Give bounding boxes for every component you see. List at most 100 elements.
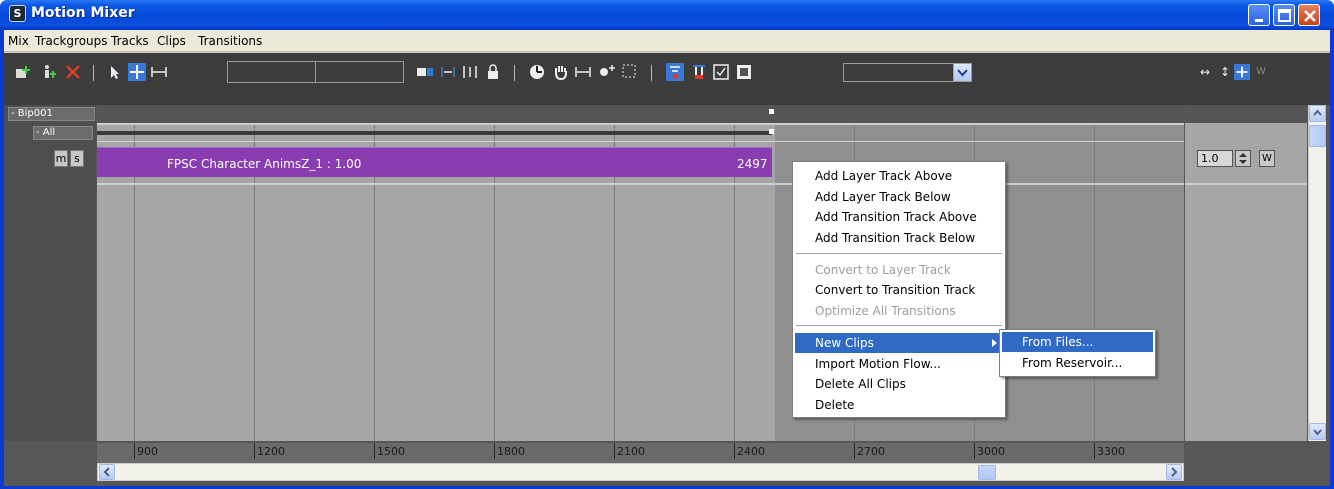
scroll-down-button[interactable] [1309, 423, 1326, 440]
toolbar-separator [514, 65, 515, 81]
close-button[interactable] [1298, 4, 1320, 26]
trackgroup-label[interactable]: - Bip001 [8, 107, 95, 121]
menu-item-delete-all-clips[interactable]: Delete All Clips [795, 374, 1003, 394]
menu-item-add-transition-track-above[interactable]: Add Transition Track Above [795, 207, 1003, 227]
ruler-tick [494, 443, 495, 459]
ruler-tick [254, 443, 255, 459]
menu-clips[interactable]: Clips [157, 34, 186, 48]
vertical-scrollbar[interactable] [1308, 105, 1326, 441]
move-mode-icon[interactable] [1234, 64, 1250, 80]
clip-label: FPSC Character AnimsZ_1 : 1.00 [167, 157, 362, 171]
add-trackgroup-icon[interactable] [14, 63, 32, 81]
snap-clips-icon[interactable] [439, 63, 457, 81]
scroll-thumb[interactable] [1309, 125, 1326, 147]
app-icon: S [9, 5, 26, 22]
checkbox-icon[interactable] [712, 63, 730, 81]
menu-tracks[interactable]: Tracks [111, 34, 149, 48]
ruler-tick-label: 1200 [257, 445, 285, 458]
title-bar[interactable]: S Motion Mixer [0, 0, 1334, 30]
timeline-area[interactable]: FPSC Character AnimsZ_1 : 1.00 2497 [97, 105, 1184, 441]
zoom-region-icon[interactable] [621, 63, 639, 81]
menu-item-from-reservoir[interactable]: From Reservoir... [1002, 353, 1153, 373]
fit-icon[interactable] [461, 63, 479, 81]
horizontal-scrollbar[interactable] [97, 463, 1184, 481]
mixer-dropdown[interactable] [843, 63, 972, 82]
solo-button[interactable]: s [70, 150, 84, 167]
scroll-thumb[interactable] [978, 465, 996, 480]
menu-item-add-layer-track-below[interactable]: Add Layer Track Below [795, 187, 1003, 207]
track-divider [1185, 183, 1307, 185]
ruler-tick [134, 443, 135, 459]
slide-icon[interactable] [150, 63, 168, 81]
time-config-icon[interactable] [528, 63, 546, 81]
toolbar-separator [651, 65, 652, 81]
ruler-tick-label: 2400 [737, 445, 765, 458]
delete-icon[interactable] [64, 63, 82, 81]
all-tracks-label[interactable]: - All [33, 126, 93, 140]
menu-item-from-files[interactable]: From Files... [1002, 332, 1153, 352]
toolbar-separator [93, 65, 94, 81]
weight-curve-button[interactable]: W [1259, 150, 1275, 167]
motion-mixer-window: S Motion Mixer Mix Trackgroups Tracks Cl… [0, 0, 1334, 489]
collapse-icon[interactable]: - [36, 127, 40, 138]
add-bip-icon[interactable] [40, 63, 58, 81]
zoom-icon[interactable] [598, 63, 616, 81]
all-tracks-name: All [42, 127, 56, 138]
mixer-area: - Bip001 - All m s FPSC Character AnimsZ… [4, 105, 1330, 486]
time-ruler[interactable]: 900 1200 1500 1800 2100 2400 2700 3000 3… [97, 443, 1184, 463]
timeline-header-strip [97, 105, 1184, 123]
trackgroup-name: Bip001 [17, 108, 53, 119]
track-divider [97, 141, 1184, 142]
range-marker[interactable] [769, 109, 774, 114]
new-clips-submenu: From Files... From Reservoir... [999, 329, 1156, 377]
lock-icon[interactable] [484, 63, 502, 81]
select-arrow-icon[interactable] [105, 63, 123, 81]
menu-item-import-motion-flow[interactable]: Import Motion Flow... [795, 354, 1003, 374]
animation-clip[interactable]: FPSC Character AnimsZ_1 : 1.00 2497 [97, 147, 772, 177]
weight-spinner[interactable] [1235, 150, 1251, 167]
ruler-tick [974, 443, 975, 459]
move-icon[interactable] [128, 63, 146, 81]
track-context-menu: Add Layer Track Above Add Layer Track Be… [792, 161, 1006, 418]
minimize-button[interactable] [1248, 4, 1270, 26]
magnet-icon[interactable] [690, 63, 708, 81]
ruler-tick-label: 3300 [1097, 445, 1125, 458]
track-weight-panel: 1.0 W [1185, 105, 1307, 441]
menu-item-convert-to-transition-track[interactable]: Convert to Transition Track [795, 280, 1003, 300]
preferences-icon[interactable] [735, 63, 753, 81]
menu-mix[interactable]: Mix [8, 34, 29, 48]
client-area: Mix Trackgroups Tracks Clips Transitions [4, 30, 1330, 486]
ruler-tick [1094, 443, 1095, 459]
ruler-tick-label: 3000 [977, 445, 1005, 458]
zoom-extents-icon[interactable] [574, 63, 592, 81]
horizontal-resize-icon[interactable]: ↔ [1200, 65, 1210, 79]
chevron-down-icon[interactable] [953, 64, 971, 81]
filter-icon[interactable] [666, 63, 684, 81]
menu-transitions[interactable]: Transitions [198, 34, 262, 48]
maximize-button[interactable] [1273, 4, 1295, 26]
new-clips-label: New Clips [815, 336, 874, 350]
frame-end-field[interactable] [315, 61, 404, 83]
snap-frames-icon[interactable] [416, 63, 434, 81]
vertical-resize-icon[interactable]: ↕ [1220, 65, 1230, 79]
menu-item-add-transition-track-below[interactable]: Add Transition Track Below [795, 228, 1003, 248]
menu-item-convert-to-layer-track: Convert to Layer Track [815, 263, 951, 277]
toolbar: ↔ ↕ W [4, 53, 1330, 105]
collapse-icon[interactable]: - [11, 108, 15, 119]
menu-trackgroups[interactable]: Trackgroups [35, 34, 108, 48]
weight-toggle[interactable]: W [1256, 66, 1266, 77]
window-title: Motion Mixer [31, 5, 135, 21]
menu-item-add-layer-track-above[interactable]: Add Layer Track Above [795, 166, 1003, 186]
scroll-right-button[interactable] [1166, 464, 1182, 480]
mute-button[interactable]: m [54, 150, 68, 167]
range-marker[interactable] [769, 129, 774, 134]
weight-value-field[interactable]: 1.0 [1197, 150, 1233, 167]
menu-item-new-clips[interactable]: New Clips [795, 333, 1003, 353]
ruler-tick-label: 900 [137, 445, 158, 458]
pan-hand-icon[interactable] [552, 63, 570, 81]
menu-item-delete[interactable]: Delete [795, 395, 1003, 415]
scroll-left-button[interactable] [99, 464, 115, 480]
menu-item-optimize-all-transitions: Optimize All Transitions [815, 304, 956, 318]
frame-start-field[interactable] [227, 61, 316, 83]
scroll-up-button[interactable] [1309, 105, 1326, 122]
